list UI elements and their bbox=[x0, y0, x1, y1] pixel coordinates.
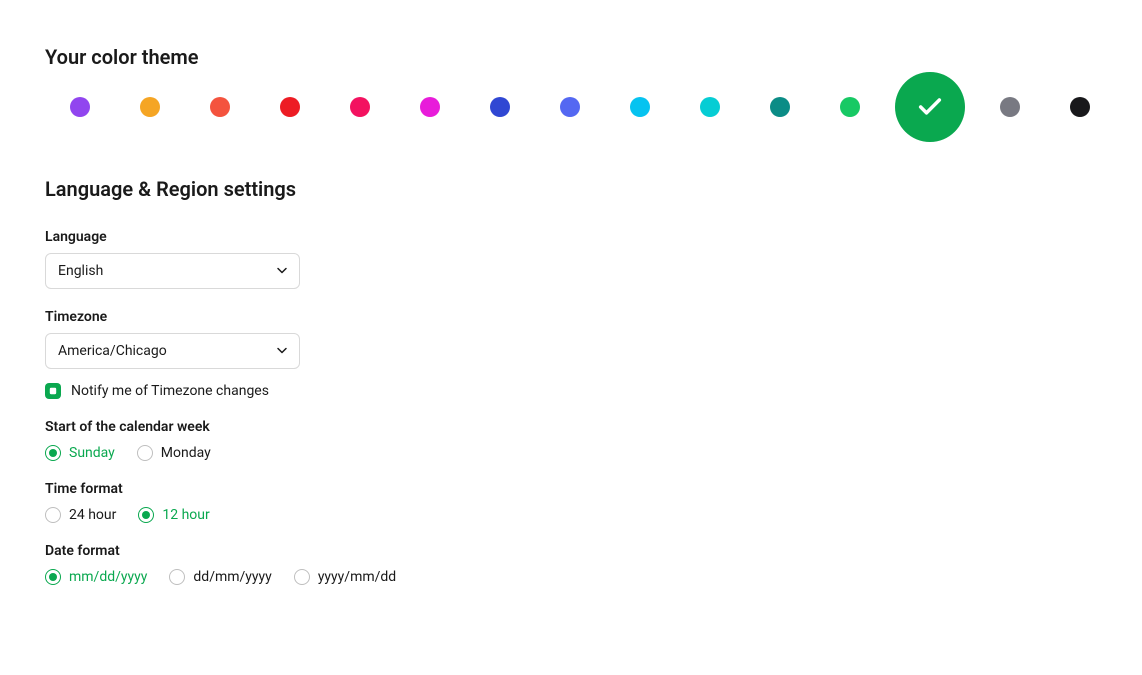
time-format-options: 24 hour 12 hour bbox=[45, 507, 1097, 523]
start-of-week-radio-label-0: Sunday bbox=[69, 445, 115, 461]
color-swatch-red[interactable] bbox=[280, 97, 300, 117]
language-select-wrapper: English bbox=[45, 253, 300, 289]
date-format-option-1[interactable]: dd/mm/yyyy bbox=[169, 569, 271, 585]
start-of-week-option-1[interactable]: Monday bbox=[137, 445, 211, 461]
color-swatch-magenta[interactable] bbox=[420, 97, 440, 117]
date-format-radio-label-1: dd/mm/yyyy bbox=[193, 569, 271, 585]
color-swatch-cyan[interactable] bbox=[630, 97, 650, 117]
date-format-radio-1[interactable] bbox=[169, 569, 185, 585]
color-swatch-teal[interactable] bbox=[770, 97, 790, 117]
time-format-option-1[interactable]: 12 hour bbox=[138, 507, 209, 523]
timezone-field: Timezone America/Chicago Notify me of Ti… bbox=[45, 309, 1097, 399]
color-swatch-indigo[interactable] bbox=[560, 97, 580, 117]
color-swatch-purple[interactable] bbox=[70, 97, 90, 117]
language-region-title: Language & Region settings bbox=[45, 177, 1097, 201]
timezone-select[interactable]: America/Chicago bbox=[45, 333, 300, 369]
start-of-week-radio-0[interactable] bbox=[45, 445, 61, 461]
color-swatch-blue[interactable] bbox=[490, 97, 510, 117]
start-of-week-label: Start of the calendar week bbox=[45, 419, 1097, 435]
date-format-option-2[interactable]: yyyy/mm/dd bbox=[294, 569, 396, 585]
timezone-notify-label: Notify me of Timezone changes bbox=[71, 383, 269, 399]
date-format-radio-0[interactable] bbox=[45, 569, 61, 585]
start-of-week-field: Start of the calendar week Sunday Monday bbox=[45, 419, 1097, 461]
start-of-week-option-0[interactable]: Sunday bbox=[45, 445, 115, 461]
color-swatch-gray[interactable] bbox=[1000, 97, 1020, 117]
color-swatch-green-light[interactable] bbox=[840, 97, 860, 117]
start-of-week-options: Sunday Monday bbox=[45, 445, 1097, 461]
start-of-week-radio-1[interactable] bbox=[137, 445, 153, 461]
check-icon bbox=[916, 93, 944, 121]
language-select[interactable]: English bbox=[45, 253, 300, 289]
time-format-radio-0[interactable] bbox=[45, 507, 61, 523]
timezone-notify-checkbox[interactable] bbox=[45, 383, 61, 399]
color-swatch-green[interactable] bbox=[895, 72, 965, 142]
time-format-radio-label-1: 12 hour bbox=[162, 507, 209, 523]
timezone-select-wrapper: America/Chicago bbox=[45, 333, 300, 369]
time-format-field: Time format 24 hour 12 hour bbox=[45, 481, 1097, 523]
color-swatch-deep-orange[interactable] bbox=[210, 97, 230, 117]
color-swatches-row bbox=[45, 97, 1097, 117]
date-format-label: Date format bbox=[45, 543, 1097, 559]
date-format-radio-label-2: yyyy/mm/dd bbox=[318, 569, 396, 585]
time-format-option-0[interactable]: 24 hour bbox=[45, 507, 116, 523]
date-format-option-0[interactable]: mm/dd/yyyy bbox=[45, 569, 147, 585]
date-format-radio-label-0: mm/dd/yyyy bbox=[69, 569, 147, 585]
timezone-notify-row: Notify me of Timezone changes bbox=[45, 383, 1097, 399]
color-swatch-black[interactable] bbox=[1070, 97, 1090, 117]
timezone-label: Timezone bbox=[45, 309, 1097, 325]
start-of-week-radio-label-1: Monday bbox=[161, 445, 211, 461]
color-theme-title: Your color theme bbox=[45, 45, 1097, 69]
color-swatch-orange[interactable] bbox=[140, 97, 160, 117]
date-format-options: mm/dd/yyyy dd/mm/yyyy yyyy/mm/dd bbox=[45, 569, 1097, 585]
language-field: Language English bbox=[45, 229, 1097, 289]
language-label: Language bbox=[45, 229, 1097, 245]
time-format-radio-1[interactable] bbox=[138, 507, 154, 523]
time-format-label: Time format bbox=[45, 481, 1097, 497]
color-swatch-teal-light[interactable] bbox=[700, 97, 720, 117]
color-swatch-pink[interactable] bbox=[350, 97, 370, 117]
time-format-radio-label-0: 24 hour bbox=[69, 507, 116, 523]
date-format-field: Date format mm/dd/yyyy dd/mm/yyyy yyyy/mm/… bbox=[45, 543, 1097, 585]
date-format-radio-2[interactable] bbox=[294, 569, 310, 585]
